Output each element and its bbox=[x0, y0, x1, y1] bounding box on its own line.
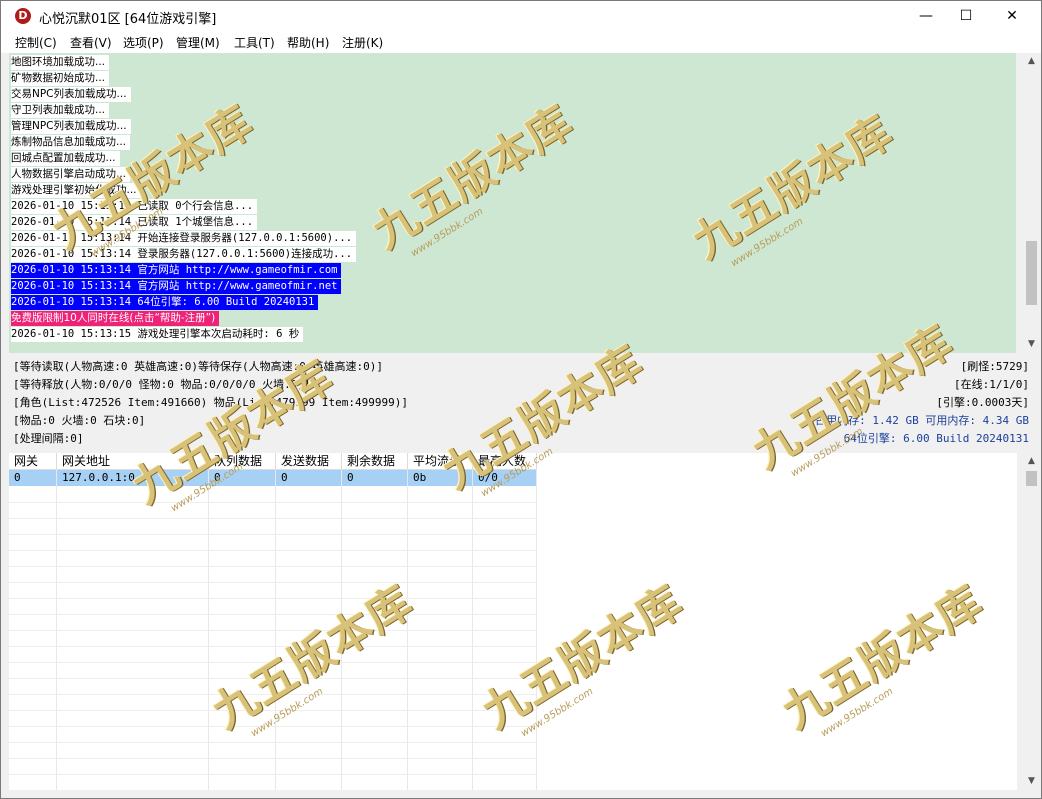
log-line: 2026-01-10 15:13:14 登录服务器(127.0.0.1:5600… bbox=[11, 247, 357, 262]
grid-line bbox=[9, 694, 537, 695]
cell-gateway: 0 bbox=[9, 470, 57, 486]
cell-max-users: 0/0 bbox=[473, 470, 537, 486]
title-bar[interactable]: D 心悦沉默01区 [64位游戏引擎] — ☐ ✕ bbox=[1, 1, 1041, 31]
grid-line bbox=[9, 758, 537, 759]
table-scroll-thumb[interactable] bbox=[1026, 471, 1037, 486]
status-panel: [等待读取(人物高速:0 英雄高速:0)等待保存(人物高速:0 英雄高速:0)]… bbox=[9, 356, 1033, 452]
table-scrollbar[interactable]: ▲ ▼ bbox=[1023, 453, 1040, 790]
status-online: [在线:1/1/0] bbox=[954, 378, 1029, 391]
column-header-max-users[interactable]: 最高人数 bbox=[473, 453, 537, 470]
grid-line bbox=[9, 598, 537, 599]
log-line: 2026-01-10 15:13:15 游戏处理引擎本次启动耗时: 6 秒 bbox=[11, 327, 304, 342]
log-line-highlighted: 2026-01-10 15:13:14 64位引擎: 6.00 Build 20… bbox=[11, 295, 319, 310]
log-line: 回城点配置加载成功... bbox=[11, 151, 120, 166]
grid-line bbox=[9, 678, 537, 679]
scroll-down-icon[interactable]: ▼ bbox=[1023, 336, 1040, 353]
main-window: D 心悦沉默01区 [64位游戏引擎] — ☐ ✕ 控制(C) 查看(V) 选项… bbox=[0, 0, 1042, 799]
log-scroll-thumb[interactable] bbox=[1026, 241, 1037, 305]
grid-line bbox=[9, 550, 537, 551]
log-line: 管理NPC列表加载成功... bbox=[11, 119, 131, 134]
grid-line bbox=[9, 726, 537, 727]
log-scrollbar[interactable]: ▲ ▼ bbox=[1023, 53, 1040, 353]
column-header-sent[interactable]: 发送数据 bbox=[276, 453, 342, 470]
table-row[interactable]: 0 127.0.0.1:0 0 0 0 0b 0/0 bbox=[9, 470, 537, 486]
log-line-highlighted: 2026-01-10 15:13:14 官方网站 http://www.game… bbox=[11, 263, 342, 278]
menu-control[interactable]: 控制(C) bbox=[15, 34, 57, 51]
grid-line bbox=[9, 774, 537, 775]
log-line: 人物数据引擎启动成功... bbox=[11, 167, 131, 182]
grid-line bbox=[9, 630, 537, 631]
grid-line bbox=[9, 742, 537, 743]
status-memory: 占用内存: 1.42 GB 可用内存: 4.34 GB bbox=[815, 414, 1029, 427]
grid-line bbox=[9, 582, 537, 583]
grid-line bbox=[9, 646, 537, 647]
log-line: 交易NPC列表加载成功... bbox=[11, 87, 131, 102]
grid-line bbox=[9, 534, 537, 535]
log-line: 地图环境加载成功... bbox=[11, 55, 110, 70]
log-line: 2026-01-10 15:13:14 已读取 0个行会信息... bbox=[11, 199, 258, 214]
scroll-up-icon[interactable]: ▲ bbox=[1023, 453, 1040, 470]
cell-address: 127.0.0.1:0 bbox=[57, 470, 209, 486]
column-header-avg-traffic[interactable]: 平均流量 bbox=[408, 453, 473, 470]
log-panel[interactable]: 地图环境加载成功... 矿物数据初始成功... 交易NPC列表加载成功... 守… bbox=[9, 53, 1016, 353]
grid-line bbox=[9, 518, 537, 519]
menu-manage[interactable]: 管理(M) bbox=[176, 34, 220, 51]
status-items: [物品:0 火墙:0 石块:0] bbox=[13, 414, 146, 427]
scroll-down-icon[interactable]: ▼ bbox=[1023, 773, 1040, 790]
menu-tools[interactable]: 工具(T) bbox=[234, 34, 275, 51]
gateway-table[interactable]: 网关 网关地址 队列数据 发送数据 剩余数据 平均流量 最高人数 0 127.0… bbox=[9, 453, 1017, 790]
log-line-license-warning: 免费版限制10人同时在线(点击“帮助-注册”) bbox=[11, 311, 220, 326]
status-roles: [角色(List:472526 Item:491660) 物品(List:479… bbox=[13, 396, 408, 409]
grid-line bbox=[9, 710, 537, 711]
grid-line bbox=[9, 502, 537, 503]
grid-line bbox=[9, 566, 537, 567]
log-line: 2026-01-10 15:13:14 开始连接登录服务器(127.0.0.1:… bbox=[11, 231, 357, 246]
log-line: 游戏处理引擎初始化成功... bbox=[11, 183, 141, 198]
column-header-gateway[interactable]: 网关 bbox=[9, 453, 57, 470]
status-waiting-release: [等待释放(人物:0/0/0 怪物:0 物品:0/0/0/0 火墙:0)] bbox=[13, 378, 311, 391]
status-monsters: [刷怪:5729] bbox=[960, 360, 1029, 373]
cell-remaining: 0 bbox=[342, 470, 408, 486]
column-header-queue[interactable]: 队列数据 bbox=[209, 453, 276, 470]
log-line: 守卫列表加载成功... bbox=[11, 103, 110, 118]
column-header-address[interactable]: 网关地址 bbox=[57, 453, 209, 470]
log-line: 2026-01-10 15:13:14 已读取 1个城堡信息... bbox=[11, 215, 258, 230]
cell-avg-traffic: 0b bbox=[408, 470, 473, 486]
menu-register[interactable]: 注册(K) bbox=[342, 34, 383, 51]
menu-bar: 控制(C) 查看(V) 选项(P) 管理(M) 工具(T) 帮助(H) 注册(K… bbox=[1, 31, 1041, 53]
status-interval: [处理间隔:0] bbox=[13, 432, 84, 445]
menu-options[interactable]: 选项(P) bbox=[123, 34, 164, 51]
grid-line bbox=[9, 614, 537, 615]
close-button[interactable]: ✕ bbox=[989, 1, 1035, 31]
menu-view[interactable]: 查看(V) bbox=[70, 34, 112, 51]
status-engine-time: [引擎:0.0003天] bbox=[936, 396, 1029, 409]
menu-help[interactable]: 帮助(H) bbox=[287, 34, 329, 51]
cell-sent: 0 bbox=[276, 470, 342, 486]
window-title: 心悦沉默01区 [64位游戏引擎] bbox=[39, 12, 217, 27]
log-line: 矿物数据初始成功... bbox=[11, 71, 110, 86]
scroll-up-icon[interactable]: ▲ bbox=[1023, 53, 1040, 70]
maximize-button[interactable]: ☐ bbox=[943, 1, 989, 31]
cell-queue: 0 bbox=[209, 470, 276, 486]
column-header-remaining[interactable]: 剩余数据 bbox=[342, 453, 408, 470]
status-engine-version: 64位引擎: 6.00 Build 20240131 bbox=[843, 432, 1029, 445]
status-waiting-read: [等待读取(人物高速:0 英雄高速:0)等待保存(人物高速:0 英雄高速:0)] bbox=[13, 360, 383, 373]
grid-line bbox=[9, 662, 537, 663]
log-line: 炼制物品信息加载成功... bbox=[11, 135, 131, 150]
log-line-highlighted: 2026-01-10 15:13:14 官方网站 http://www.game… bbox=[11, 279, 342, 294]
app-icon: D bbox=[15, 8, 31, 24]
